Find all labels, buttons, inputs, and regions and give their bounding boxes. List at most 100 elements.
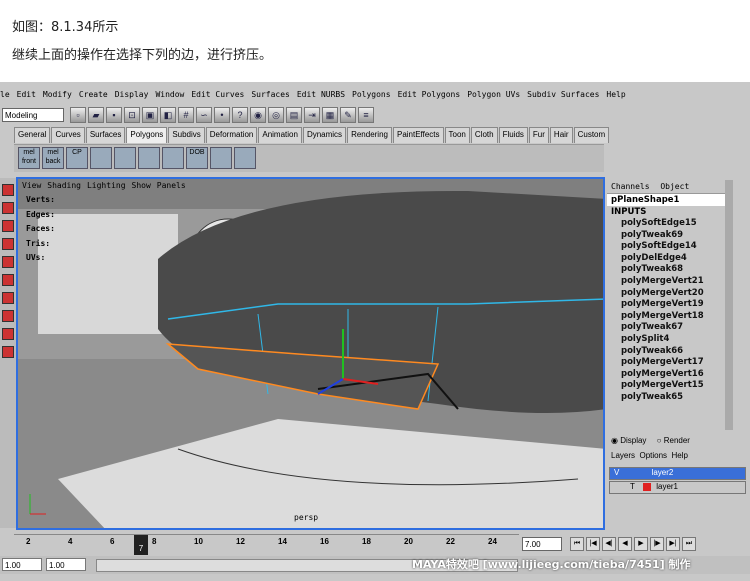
history-node[interactable]: polyMergeVert21 bbox=[607, 276, 725, 288]
shelf-button[interactable] bbox=[234, 147, 256, 169]
step-forward-key-icon[interactable]: ▶| bbox=[666, 537, 680, 551]
attribute-editor-icon[interactable]: ▦ bbox=[322, 107, 338, 123]
play-forward-icon[interactable]: ▶ bbox=[634, 537, 648, 551]
shelf-tab[interactable]: General bbox=[14, 127, 51, 143]
shelf-button[interactable]: CP bbox=[66, 147, 88, 169]
channel-box-icon[interactable]: ≡ bbox=[358, 107, 374, 123]
shelf-tab[interactable]: Polygons bbox=[126, 127, 168, 143]
snap-curve-icon[interactable]: ∽ bbox=[196, 107, 212, 123]
layer-row[interactable]: V layer2 bbox=[609, 467, 746, 480]
tab-channels[interactable]: Channels bbox=[611, 182, 650, 191]
layer-template[interactable]: T bbox=[630, 482, 635, 491]
options-menu[interactable]: Options bbox=[639, 451, 667, 460]
history-node[interactable]: polyDelEdge4 bbox=[607, 253, 725, 265]
shelf-tab[interactable]: Subdivs bbox=[168, 127, 205, 143]
render-radio[interactable]: ○ bbox=[657, 436, 664, 445]
tab-object[interactable]: Object bbox=[660, 182, 689, 191]
history-node[interactable]: polySoftEdge14 bbox=[607, 241, 725, 253]
shelf-tab[interactable]: Fur bbox=[528, 127, 549, 143]
start-time-field[interactable]: 1.00 bbox=[2, 558, 42, 571]
shelf-tab[interactable]: PaintEffects bbox=[392, 127, 444, 143]
shelf-tab[interactable]: Curves bbox=[51, 127, 85, 143]
shelf-tab[interactable]: Deformation bbox=[205, 127, 258, 143]
history-node[interactable]: polyMergeVert20 bbox=[607, 288, 725, 300]
go-to-end-icon[interactable]: ⏭ bbox=[682, 537, 696, 551]
lasso-tool-icon[interactable] bbox=[2, 202, 14, 214]
shelf-button[interactable] bbox=[90, 147, 112, 169]
history-node[interactable]: polyTweak67 bbox=[607, 322, 725, 334]
move-tool-icon[interactable] bbox=[2, 220, 14, 232]
select-component-icon[interactable]: ◧ bbox=[160, 107, 176, 123]
shelf-button[interactable]: mel front bbox=[18, 147, 40, 169]
shelf-button[interactable]: DOB bbox=[186, 147, 208, 169]
menu-item[interactable]: Edit bbox=[17, 90, 36, 99]
select-object-icon[interactable]: ▣ bbox=[142, 107, 158, 123]
shelf-button[interactable] bbox=[210, 147, 232, 169]
render-globals-icon[interactable]: ▤ bbox=[286, 107, 302, 123]
tool-settings-icon[interactable]: ✎ bbox=[340, 107, 356, 123]
time-slider[interactable]: 7 2 4 6 8 10 12 14 16 18 20 22 24 bbox=[14, 534, 519, 555]
history-node[interactable]: polySoftEdge15 bbox=[607, 218, 725, 230]
perspective-viewport[interactable]: View Shading Lighting Show Panels Verts: Edge… bbox=[16, 177, 605, 530]
history-node[interactable]: polyMergeVert18 bbox=[607, 311, 725, 323]
history-node[interactable]: polyMergeVert17 bbox=[607, 357, 725, 369]
ipr-render-icon[interactable]: ◎ bbox=[268, 107, 284, 123]
step-forward-frame-icon[interactable]: |▶ bbox=[650, 537, 664, 551]
shelf-button[interactable] bbox=[114, 147, 136, 169]
shelf-tab[interactable]: Custom bbox=[573, 127, 610, 143]
hypershade-layout-icon[interactable] bbox=[2, 346, 14, 358]
layer-color-swatch[interactable] bbox=[642, 482, 651, 491]
step-back-key-icon[interactable]: |◀ bbox=[586, 537, 600, 551]
menu-item[interactable]: Edit NURBS bbox=[297, 90, 345, 99]
menu-item[interactable]: Surfaces bbox=[251, 90, 290, 99]
menu-item[interactable]: Subdiv Surfaces bbox=[527, 90, 599, 99]
history-node[interactable]: polyMergeVert15 bbox=[607, 380, 725, 392]
select-hierarchy-icon[interactable]: ⊡ bbox=[124, 107, 140, 123]
go-to-start-icon[interactable]: ⏮ bbox=[570, 537, 584, 551]
display-radio[interactable]: ◉ bbox=[611, 436, 620, 445]
render-icon[interactable]: ◉ bbox=[250, 107, 266, 123]
new-scene-icon[interactable]: ▫ bbox=[70, 107, 86, 123]
menu-item[interactable]: Create bbox=[79, 90, 108, 99]
save-scene-icon[interactable]: ▪ bbox=[106, 107, 122, 123]
menu-item[interactable]: Polygons bbox=[352, 90, 391, 99]
menu-item[interactable]: le bbox=[0, 90, 10, 99]
snap-grid-icon[interactable]: # bbox=[178, 107, 194, 123]
menu-item[interactable]: Edit Curves bbox=[191, 90, 244, 99]
menu-item[interactable]: Edit Polygons bbox=[398, 90, 461, 99]
playback-start-field[interactable]: 1.00 bbox=[46, 558, 86, 571]
history-node[interactable]: polySplit4 bbox=[607, 334, 725, 346]
single-view-icon[interactable] bbox=[2, 292, 14, 304]
shelf-tab[interactable]: Animation bbox=[258, 127, 302, 143]
rotate-tool-icon[interactable] bbox=[2, 238, 14, 250]
help-menu[interactable]: Help bbox=[672, 451, 688, 460]
layers-menu[interactable]: Layers bbox=[611, 451, 635, 460]
history-node[interactable]: polyTweak68 bbox=[607, 264, 725, 276]
history-icon[interactable]: ? bbox=[232, 107, 248, 123]
history-node[interactable]: polyMergeVert19 bbox=[607, 299, 725, 311]
select-tool-icon[interactable] bbox=[2, 184, 14, 196]
step-back-frame-icon[interactable]: ◀| bbox=[602, 537, 616, 551]
menu-item[interactable]: Polygon UVs bbox=[467, 90, 520, 99]
history-node[interactable]: polyTweak66 bbox=[607, 346, 725, 358]
scale-tool-icon[interactable] bbox=[2, 256, 14, 268]
shelf-tab[interactable]: Rendering bbox=[347, 127, 392, 143]
input-output-icon[interactable]: ⇥ bbox=[304, 107, 320, 123]
history-node[interactable]: polyMergeVert16 bbox=[607, 369, 725, 381]
shelf-tab[interactable]: Dynamics bbox=[302, 127, 347, 143]
history-node[interactable]: polyTweak65 bbox=[607, 392, 725, 404]
current-frame-marker[interactable]: 7 bbox=[134, 535, 148, 555]
viewport-menu-item[interactable]: Shading bbox=[47, 181, 81, 190]
history-node[interactable]: polyTweak69 bbox=[607, 230, 725, 242]
viewport-menu-item[interactable]: Panels bbox=[157, 181, 186, 190]
open-scene-icon[interactable]: ▰ bbox=[88, 107, 104, 123]
viewport-menu-item[interactable]: Show bbox=[132, 181, 151, 190]
outliner-layout-icon[interactable] bbox=[2, 328, 14, 340]
manipulator-tool-icon[interactable] bbox=[2, 274, 14, 286]
play-backward-icon[interactable]: ◀ bbox=[618, 537, 632, 551]
shelf-tab[interactable]: Surfaces bbox=[85, 127, 126, 143]
snap-point-icon[interactable]: • bbox=[214, 107, 230, 123]
shelf-tab[interactable]: Toon bbox=[444, 127, 470, 143]
shelf-button[interactable] bbox=[162, 147, 184, 169]
menu-item[interactable]: Help bbox=[606, 90, 625, 99]
